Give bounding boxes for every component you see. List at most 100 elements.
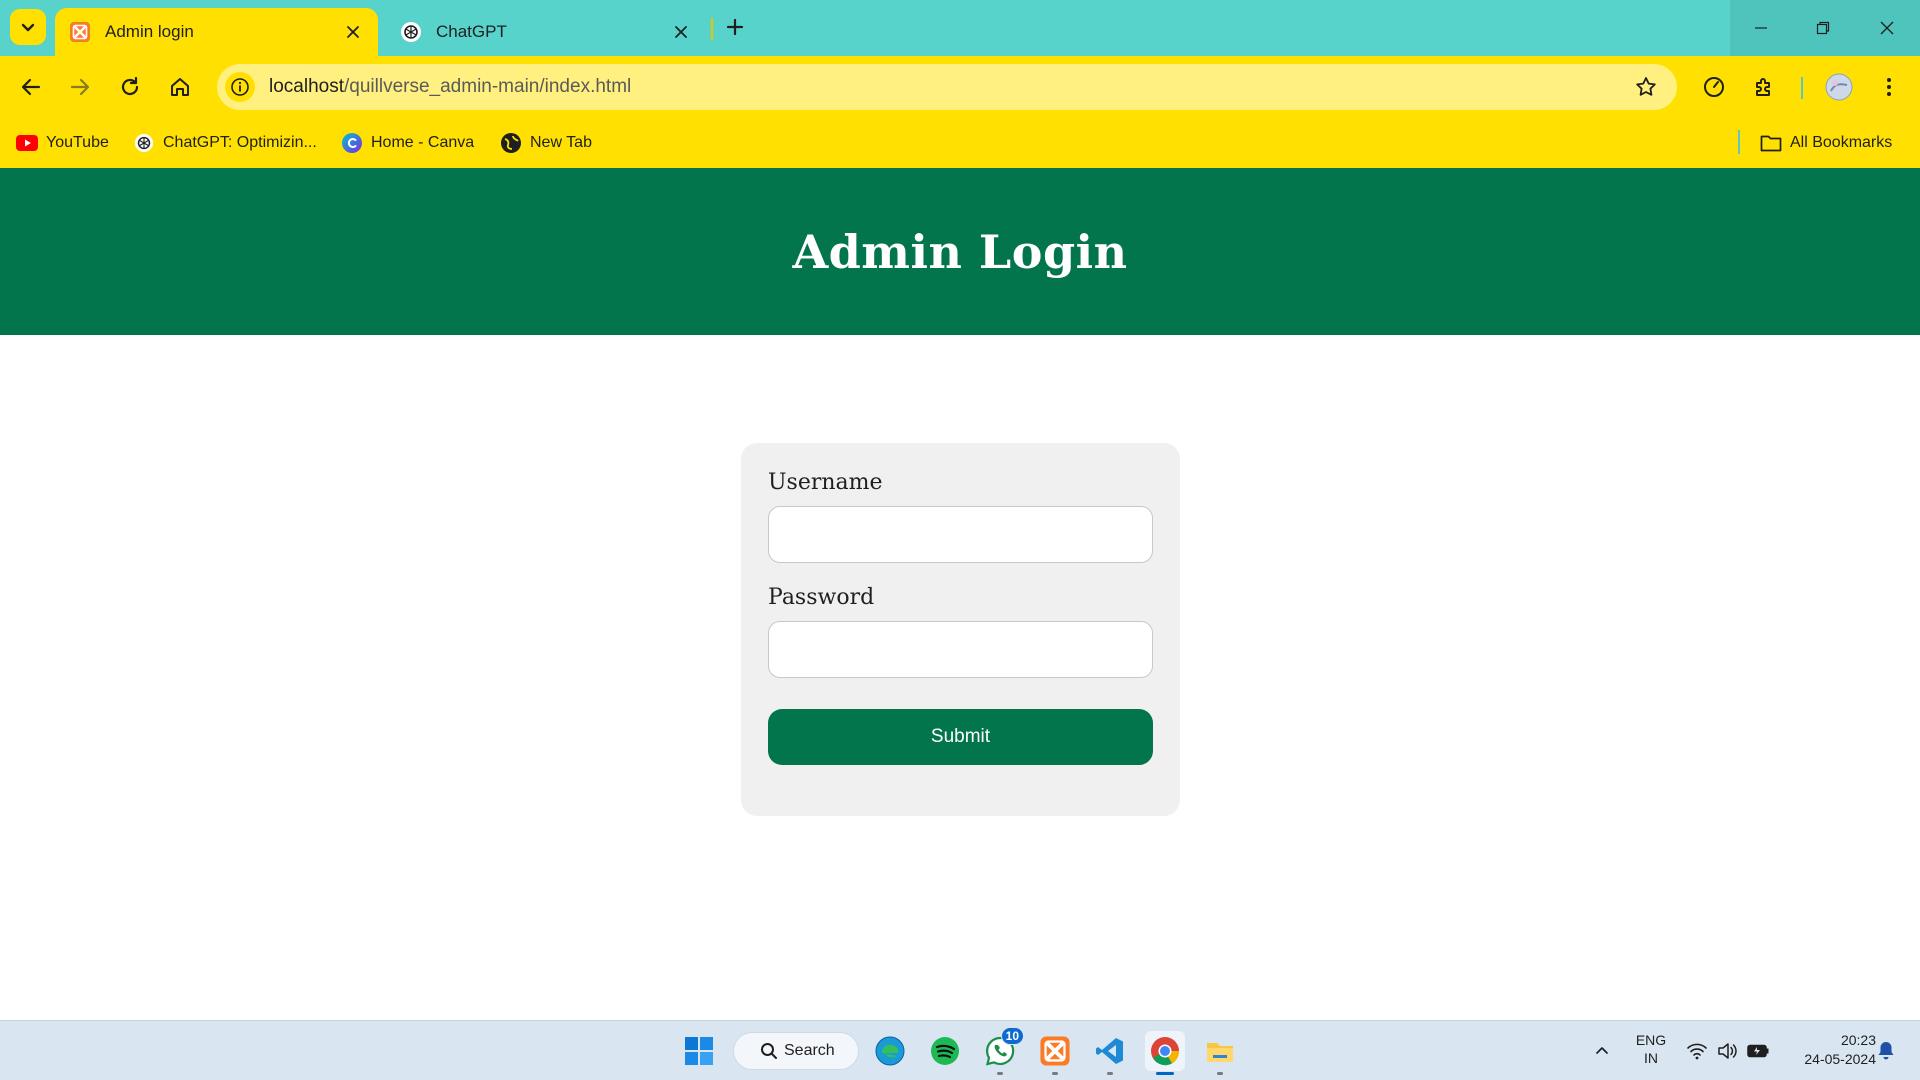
system-clock[interactable]: 20:23 24-05-2024 [1776, 1031, 1876, 1069]
page-title: Admin Login [792, 224, 1128, 279]
canva-icon [341, 132, 363, 154]
minimize-button[interactable] [1730, 0, 1792, 56]
notifications-button[interactable] [1872, 1021, 1900, 1080]
language-code: ENG [1635, 1032, 1667, 1048]
bookmark-label: YouTube [46, 134, 109, 151]
start-button[interactable] [679, 1031, 719, 1071]
speaker-icon [1718, 1043, 1737, 1059]
spotify-icon [931, 1037, 959, 1065]
puzzle-icon [1756, 78, 1770, 96]
performance-button[interactable] [1695, 68, 1733, 106]
wifi-icon [1687, 1043, 1707, 1060]
taskbar-search-label: Search [784, 1042, 835, 1059]
username-label: Username [768, 470, 883, 495]
windows-taskbar: Search 10 ENG IN 20:23 24-05-2024 [0, 1020, 1920, 1080]
bookmark-label: Home - Canva [371, 134, 475, 151]
home-icon [171, 78, 189, 96]
show-hidden-icons-button[interactable] [1588, 1021, 1616, 1080]
chatgpt-icon [133, 132, 155, 154]
chevron-down-icon [21, 23, 35, 32]
bookmark-label: ChatGPT: Optimizin... [163, 134, 317, 151]
taskbar-app-vscode[interactable] [1090, 1031, 1130, 1075]
bookmark-youtube[interactable]: YouTube [16, 131, 109, 155]
language-region: IN [1644, 1050, 1658, 1066]
restore-icon [1816, 21, 1830, 35]
clock-date: 24-05-2024 [1804, 1051, 1876, 1067]
close-icon[interactable] [342, 21, 364, 43]
chatgpt-icon [400, 21, 422, 43]
avatar-icon [1825, 73, 1853, 101]
login-form: Username Password Submit [741, 443, 1180, 816]
browser-toolbar: localhost/quillverse_admin-main/index.ht… [0, 56, 1920, 118]
bookmark-canva[interactable]: Home - Canva [341, 131, 474, 155]
password-field[interactable] [768, 621, 1153, 678]
home-button[interactable] [161, 68, 199, 106]
extensions-button[interactable] [1745, 68, 1783, 106]
battery-charging-icon [1747, 1044, 1769, 1058]
reload-icon [121, 76, 139, 96]
tab-title: Admin login [105, 22, 194, 41]
battery-status[interactable] [1744, 1021, 1772, 1080]
chrome-icon [1151, 1037, 1180, 1066]
tab-search-button[interactable] [10, 9, 46, 45]
browser-menu-button[interactable] [1870, 68, 1908, 106]
url-path: /quillverse_admin-main/index.html [344, 76, 632, 97]
chevron-up-icon [1596, 1047, 1608, 1054]
folder-icon [1760, 132, 1782, 154]
minimize-icon [1755, 27, 1767, 29]
new-tab-button[interactable] [720, 12, 750, 42]
running-indicator [1052, 1072, 1058, 1075]
volume-status[interactable] [1714, 1021, 1740, 1080]
bookmark-star-icon[interactable] [1633, 74, 1659, 100]
address-bar[interactable]: localhost/quillverse_admin-main/index.ht… [217, 64, 1677, 110]
profile-avatar[interactable] [1820, 68, 1858, 106]
username-field[interactable] [768, 506, 1153, 563]
windows-start-icon [685, 1037, 713, 1065]
file-explorer-icon [1207, 1043, 1233, 1062]
close-icon[interactable] [670, 21, 692, 43]
site-info-icon[interactable] [225, 72, 255, 102]
url-host: localhost [269, 76, 344, 97]
forward-button[interactable] [61, 68, 99, 106]
reload-button[interactable] [111, 68, 149, 106]
arrow-left-icon [21, 78, 41, 96]
taskbar-search[interactable]: Search [733, 1032, 859, 1070]
bookmarks-bar: YouTube ChatGPT: Optimizin... Home - Can… [0, 118, 1920, 168]
taskbar-app-chrome[interactable] [1145, 1031, 1185, 1075]
bell-icon [1878, 1042, 1894, 1060]
bookmark-new-tab[interactable]: New Tab [500, 131, 592, 155]
arrow-right-icon [70, 78, 90, 96]
taskbar-app-file-explorer[interactable] [1200, 1031, 1240, 1075]
all-bookmarks-button[interactable]: All Bookmarks [1760, 131, 1892, 155]
running-indicator [997, 1072, 1003, 1075]
wifi-status[interactable] [1684, 1021, 1710, 1080]
taskbar-app-edge[interactable] [870, 1031, 910, 1071]
restore-button[interactable] [1792, 0, 1854, 56]
tab-chatgpt[interactable]: ChatGPT [386, 8, 706, 56]
close-icon [1880, 21, 1894, 35]
back-button[interactable] [12, 68, 50, 106]
tab-admin-login[interactable]: Admin login [55, 8, 378, 56]
notification-badge: 10 [1000, 1027, 1024, 1045]
bookmark-label: New Tab [530, 134, 592, 151]
all-bookmarks-label: All Bookmarks [1790, 134, 1893, 151]
taskbar-app-spotify[interactable] [925, 1031, 965, 1071]
speedometer-icon [1704, 77, 1724, 97]
window-close-button[interactable] [1854, 0, 1920, 56]
edge-icon [875, 1036, 905, 1066]
browser-tab-strip: Admin login ChatGPT [0, 0, 1920, 56]
xampp-icon [1040, 1036, 1070, 1066]
tab-divider [711, 18, 713, 40]
page-header: Admin Login [0, 168, 1920, 335]
language-indicator[interactable]: ENG IN [1620, 1031, 1682, 1067]
bookmark-chatgpt[interactable]: ChatGPT: Optimizin... [133, 131, 317, 155]
search-icon [760, 1042, 778, 1060]
taskbar-app-xampp[interactable] [1035, 1031, 1075, 1075]
submit-button[interactable]: Submit [768, 709, 1153, 765]
url-text[interactable]: localhost/quillverse_admin-main/index.ht… [269, 76, 631, 98]
vscode-icon [1096, 1038, 1123, 1064]
globe-icon [500, 132, 522, 154]
youtube-icon [16, 132, 38, 154]
running-indicator [1107, 1072, 1113, 1075]
taskbar-app-whatsapp[interactable]: 10 [980, 1027, 1024, 1075]
